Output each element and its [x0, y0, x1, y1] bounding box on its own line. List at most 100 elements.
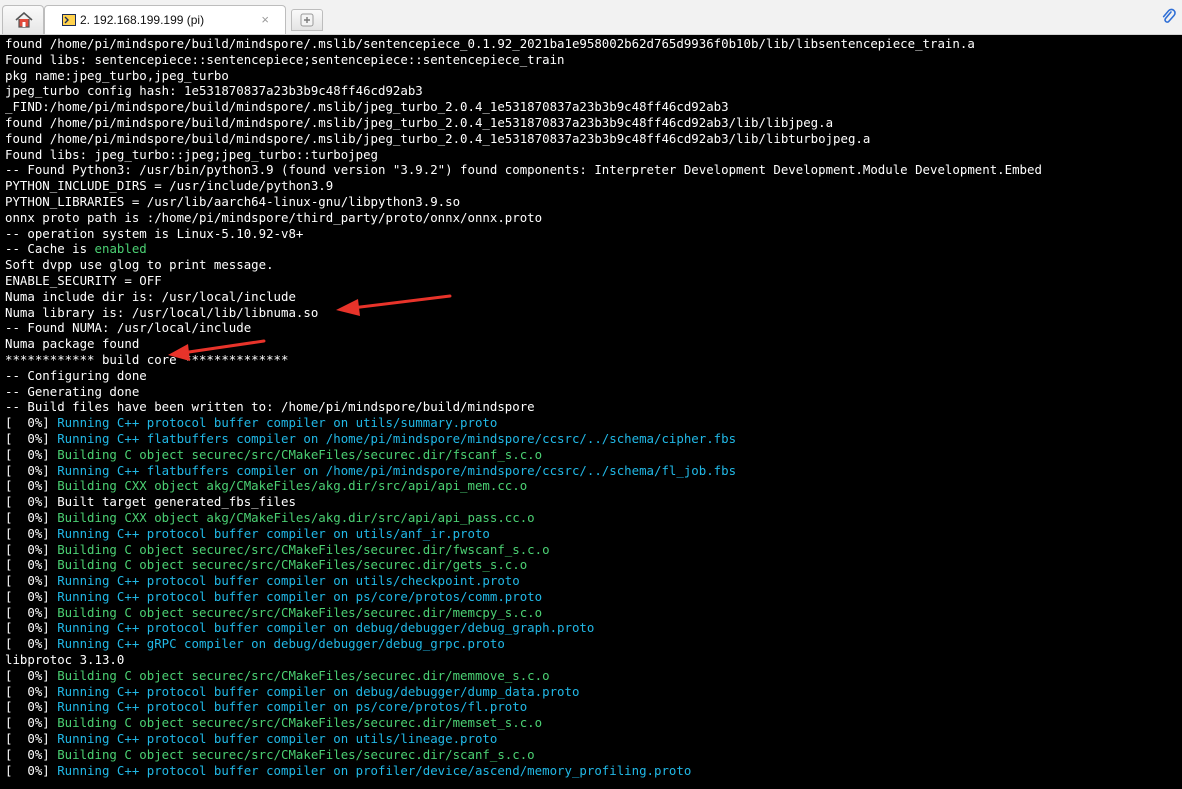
terminal-line: PYTHON_INCLUDE_DIRS = /usr/include/pytho… — [0, 178, 1182, 194]
line-text: -- Cache is — [5, 241, 95, 257]
terminal-output[interactable]: found /home/pi/mindspore/build/mindspore… — [0, 36, 1182, 789]
line-text: Building C object securec/src/CMakeFiles… — [57, 604, 543, 620]
progress-prefix: [ 0%] — [5, 573, 58, 589]
new-tab-button[interactable] — [291, 9, 323, 31]
line-text: Building C object securec/src/CMakeFiles… — [57, 715, 543, 731]
terminal-line: -- Cache is enabled — [0, 241, 1182, 257]
terminal-line: [ 0%] Building C object securec/src/CMak… — [0, 557, 1182, 573]
tab-title: 2. 192.168.199.199 (pi) — [80, 13, 205, 27]
line-text: Running C++ protocol buffer compiler on … — [57, 588, 543, 604]
line-text: -- operation system is Linux-5.10.92-v8+ — [5, 225, 304, 241]
progress-prefix: [ 0%] — [5, 683, 58, 699]
line-text: Running C++ protocol buffer compiler on … — [57, 683, 580, 699]
progress-prefix: [ 0%] — [5, 667, 58, 683]
line-text: Running C++ flatbuffers compiler on /hom… — [57, 430, 737, 446]
paperclip-icon[interactable] — [1162, 8, 1176, 26]
terminal-line: found /home/pi/mindspore/build/mindspore… — [0, 131, 1182, 147]
terminal-line: PYTHON_LIBRARIES = /usr/lib/aarch64-linu… — [0, 194, 1182, 210]
progress-prefix: [ 0%] — [5, 525, 58, 541]
line-text: Running C++ protocol buffer compiler on … — [57, 525, 490, 541]
line-text: onnx proto path is :/home/pi/mindspore/t… — [5, 209, 543, 225]
terminal-line: [ 0%] Running C++ gRPC compiler on debug… — [0, 636, 1182, 652]
line-text: Building C object securec/src/CMakeFiles… — [57, 667, 550, 683]
progress-prefix: [ 0%] — [5, 541, 58, 557]
progress-prefix: [ 0%] — [5, 415, 58, 431]
terminal-line: [ 0%] Running C++ flatbuffers compiler o… — [0, 431, 1182, 447]
terminal-line: jpeg_turbo config hash: 1e531870837a23b3… — [0, 83, 1182, 99]
terminal-line: [ 0%] Built target generated_fbs_files — [0, 494, 1182, 510]
progress-prefix: [ 0%] — [5, 478, 58, 494]
terminal-line: [ 0%] Running C++ protocol buffer compil… — [0, 684, 1182, 700]
line-text: _FIND:/home/pi/mindspore/build/mindspore… — [5, 99, 729, 115]
terminal-line: [ 0%] Building CXX object akg/CMakeFiles… — [0, 478, 1182, 494]
terminal-line: [ 0%] Running C++ protocol buffer compil… — [0, 526, 1182, 542]
line-text: Building C object securec/src/CMakeFiles… — [57, 746, 535, 762]
line-text: found /home/pi/mindspore/build/mindspore… — [5, 36, 975, 51]
line-text: Building CXX object akg/CMakeFiles/akg.d… — [57, 478, 528, 494]
line-text: found /home/pi/mindspore/build/mindspore… — [5, 130, 871, 146]
line-text: Running C++ gRPC compiler on debug/debug… — [57, 636, 505, 652]
line-text: ENABLE_SECURITY = OFF — [5, 272, 162, 288]
terminal-line: Numa include dir is: /usr/local/include — [0, 289, 1182, 305]
close-tab-icon[interactable]: × — [261, 12, 269, 27]
line-text: Building C object securec/src/CMakeFiles… — [57, 557, 528, 573]
progress-prefix: [ 0%] — [5, 604, 58, 620]
terminal-line: -- Found Python3: /usr/bin/python3.9 (fo… — [0, 162, 1182, 178]
line-text: Building CXX object akg/CMakeFiles/akg.d… — [57, 509, 535, 525]
terminal-line: [ 0%] Building C object securec/src/CMak… — [0, 605, 1182, 621]
terminal-line: -- Found NUMA: /usr/local/include — [0, 320, 1182, 336]
line-text: -- Configuring done — [5, 367, 147, 383]
terminal-line: [ 0%] Running C++ protocol buffer compil… — [0, 699, 1182, 715]
line-text: found /home/pi/mindspore/build/mindspore… — [5, 114, 834, 130]
line-text: libprotoc 3.13.0 — [5, 652, 125, 668]
line-text: -- Generating done — [5, 383, 140, 399]
terminal-line: [ 0%] Running C++ protocol buffer compil… — [0, 415, 1182, 431]
progress-prefix: [ 0%] — [5, 762, 58, 778]
line-text: ************ build core ************** — [5, 351, 289, 367]
terminal-line: Numa package found — [0, 336, 1182, 352]
line-text: -- Found Python3: /usr/bin/python3.9 (fo… — [5, 162, 1042, 178]
line-text: pkg name:jpeg_turbo,jpeg_turbo — [5, 67, 229, 83]
tab-session[interactable]: 2. 192.168.199.199 (pi) × — [44, 5, 286, 34]
line-text: Building C object securec/src/CMakeFiles… — [57, 541, 550, 557]
line-text: -- Build files have been written to: /ho… — [5, 399, 535, 415]
line-text: Found libs: jpeg_turbo::jpeg;jpeg_turbo:… — [5, 146, 378, 162]
line-text: Soft dvpp use glog to print message. — [5, 257, 274, 273]
progress-prefix: [ 0%] — [5, 588, 58, 604]
line-text: Building C object securec/src/CMakeFiles… — [57, 446, 543, 462]
terminal-line: found /home/pi/mindspore/build/mindspore… — [0, 115, 1182, 131]
terminal-line: [ 0%] Running C++ protocol buffer compil… — [0, 731, 1182, 747]
line-text: jpeg_turbo config hash: 1e531870837a23b3… — [5, 83, 423, 99]
terminal-line: [ 0%] Building C object securec/src/CMak… — [0, 715, 1182, 731]
line-text: Found libs: sentencepiece::sentencepiece… — [5, 51, 565, 67]
line-text: Running C++ protocol buffer compiler on … — [57, 620, 595, 636]
line-text: PYTHON_INCLUDE_DIRS = /usr/include/pytho… — [5, 178, 334, 194]
progress-prefix: [ 0%] — [5, 557, 58, 573]
progress-prefix: [ 0%] — [5, 462, 58, 478]
line-text: Running C++ protocol buffer compiler on … — [57, 573, 520, 589]
terminal-line: -- Build files have been written to: /ho… — [0, 399, 1182, 415]
line-text: -- Found NUMA: /usr/local/include — [5, 320, 252, 336]
line-text: Numa include dir is: /usr/local/include — [5, 288, 296, 304]
line-text: Running C++ protocol buffer compiler on … — [57, 415, 498, 431]
progress-prefix: [ 0%] — [5, 715, 58, 731]
line-text: PYTHON_LIBRARIES = /usr/lib/aarch64-linu… — [5, 193, 461, 209]
terminal-line: pkg name:jpeg_turbo,jpeg_turbo — [0, 68, 1182, 84]
line-text: Built target generated_fbs_files — [57, 494, 296, 510]
terminal-line: Found libs: sentencepiece::sentencepiece… — [0, 52, 1182, 68]
progress-prefix: [ 0%] — [5, 509, 58, 525]
status-highlight: enabled — [94, 241, 147, 257]
line-text: Running C++ flatbuffers compiler on /hom… — [57, 462, 737, 478]
line-text: Running C++ protocol buffer compiler on … — [57, 762, 692, 778]
progress-prefix: [ 0%] — [5, 446, 58, 462]
terminal-line: [ 0%] Running C++ protocol buffer compil… — [0, 763, 1182, 779]
progress-prefix: [ 0%] — [5, 494, 58, 510]
terminal-line: [ 0%] Running C++ protocol buffer compil… — [0, 589, 1182, 605]
progress-prefix: [ 0%] — [5, 636, 58, 652]
home-icon — [15, 12, 33, 28]
terminal-line: [ 0%] Running C++ protocol buffer compil… — [0, 620, 1182, 636]
terminal-line: Soft dvpp use glog to print message. — [0, 257, 1182, 273]
home-tab[interactable] — [2, 5, 44, 34]
terminal-line: [ 0%] Building C object securec/src/CMak… — [0, 447, 1182, 463]
terminal-line: -- Generating done — [0, 384, 1182, 400]
